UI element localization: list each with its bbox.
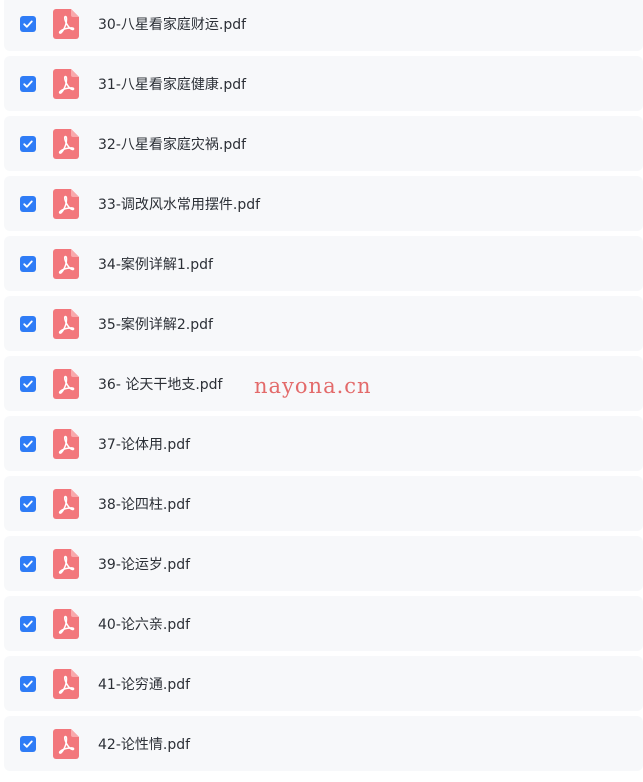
file-checkbox[interactable]	[20, 195, 36, 212]
file-checkbox[interactable]	[20, 615, 36, 632]
check-icon	[23, 200, 33, 208]
file-checkbox[interactable]	[20, 375, 36, 392]
file-row[interactable]: 34-案例详解1.pdf	[4, 236, 643, 291]
file-name: 42-论性情.pdf	[98, 736, 191, 753]
file-row[interactable]: 31-八星看家庭健康.pdf	[4, 56, 643, 111]
pdf-file-icon	[53, 248, 79, 279]
check-icon	[23, 320, 33, 328]
file-row[interactable]: 38-论四柱.pdf	[4, 476, 643, 531]
watermark: nayona.cn	[254, 374, 372, 398]
file-name: 37-论体用.pdf	[98, 436, 191, 453]
file-name: 31-八星看家庭健康.pdf	[98, 76, 247, 93]
file-row[interactable]: 30-八星看家庭财运.pdf	[4, 0, 643, 51]
file-name: 33-调改风水常用摆件.pdf	[98, 196, 261, 213]
file-row[interactable]: 33-调改风水常用摆件.pdf	[4, 176, 643, 231]
file-row[interactable]: 40-论六亲.pdf	[4, 596, 643, 651]
pdf-file-icon	[53, 668, 79, 699]
file-checkbox[interactable]	[20, 735, 36, 752]
file-checkbox[interactable]	[20, 675, 36, 692]
file-name: 30-八星看家庭财运.pdf	[98, 16, 247, 33]
file-row[interactable]: 32-八星看家庭灾祸.pdf	[4, 116, 643, 171]
file-name: 35-案例详解2.pdf	[98, 316, 213, 333]
file-checkbox[interactable]	[20, 75, 36, 92]
pdf-file-icon	[53, 188, 79, 219]
file-row[interactable]: 35-案例详解2.pdf	[4, 296, 643, 351]
pdf-file-icon	[53, 368, 79, 399]
file-checkbox[interactable]	[20, 495, 36, 512]
file-name: 34-案例详解1.pdf	[98, 256, 213, 273]
file-name: 38-论四柱.pdf	[98, 496, 191, 513]
file-name: 40-论六亲.pdf	[98, 616, 191, 633]
file-row[interactable]: 42-论性情.pdf	[4, 716, 643, 771]
file-row[interactable]: 41-论穷通.pdf	[4, 656, 643, 711]
pdf-file-icon	[53, 728, 79, 759]
check-icon	[23, 20, 33, 28]
pdf-file-icon	[53, 428, 79, 459]
check-icon	[23, 680, 33, 688]
file-name: 41-论穷通.pdf	[98, 676, 191, 693]
pdf-file-icon	[53, 488, 79, 519]
check-icon	[23, 260, 33, 268]
pdf-file-icon	[53, 68, 79, 99]
pdf-file-icon	[53, 308, 79, 339]
file-name: 32-八星看家庭灾祸.pdf	[98, 136, 247, 153]
check-icon	[23, 500, 33, 508]
file-checkbox[interactable]	[20, 315, 36, 332]
pdf-file-icon	[53, 608, 79, 639]
file-name: 39-论运岁.pdf	[98, 556, 191, 573]
pdf-file-icon	[53, 8, 79, 39]
file-checkbox[interactable]	[20, 15, 36, 32]
file-checkbox[interactable]	[20, 255, 36, 272]
file-row[interactable]: 37-论体用.pdf	[4, 416, 643, 471]
check-icon	[23, 560, 33, 568]
check-icon	[23, 620, 33, 628]
file-checkbox[interactable]	[20, 555, 36, 572]
check-icon	[23, 380, 33, 388]
file-checkbox[interactable]	[20, 135, 36, 152]
check-icon	[23, 80, 33, 88]
check-icon	[23, 140, 33, 148]
check-icon	[23, 440, 33, 448]
pdf-file-icon	[53, 548, 79, 579]
pdf-file-icon	[53, 128, 79, 159]
check-icon	[23, 740, 33, 748]
file-name: 36- 论天干地支.pdf	[98, 376, 223, 393]
file-row[interactable]: 39-论运岁.pdf	[4, 536, 643, 591]
file-checkbox[interactable]	[20, 435, 36, 452]
